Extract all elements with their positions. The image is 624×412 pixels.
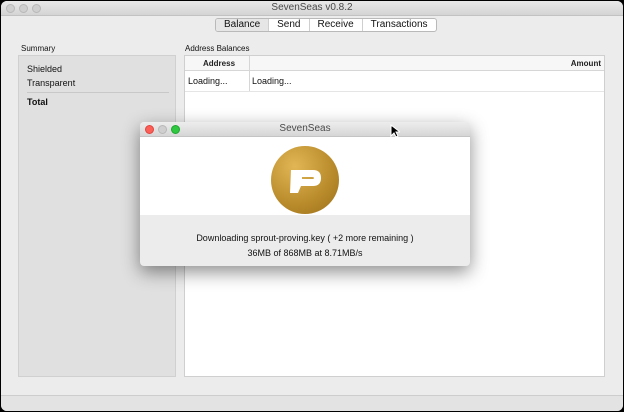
table-header: Address Amount [185, 56, 604, 71]
mouse-cursor-icon [390, 124, 400, 138]
column-separator [249, 56, 250, 92]
tab-balance[interactable]: Balance [216, 19, 270, 31]
total-label: Total [27, 97, 48, 107]
summary-divider [27, 92, 169, 93]
address-balances-heading: Address Balances [185, 44, 250, 53]
tab-transactions[interactable]: Transactions [363, 19, 436, 31]
window-title: SevenSeas v0.8.2 [271, 2, 353, 13]
transparent-label: Transparent [27, 78, 76, 88]
tab-receive[interactable]: Receive [310, 19, 363, 31]
status-bar [1, 395, 623, 411]
dialog-title: SevenSeas [279, 123, 331, 134]
shielded-label: Shielded [27, 64, 63, 74]
title-bar[interactable]: SevenSeas v0.8.2 [1, 1, 623, 16]
sevenseas-logo-icon [271, 146, 339, 214]
summary-heading: Summary [21, 44, 56, 53]
column-header-amount[interactable]: Amount [571, 59, 601, 68]
tab-bar: Balance Send Receive Transactions [215, 18, 437, 32]
column-header-address[interactable]: Address [203, 59, 235, 68]
table-cell-amount[interactable]: Loading... [252, 76, 292, 86]
tab-send[interactable]: Send [269, 19, 310, 31]
table-row-divider [185, 91, 604, 92]
dialog-title-bar[interactable]: SevenSeas [140, 122, 470, 137]
download-status-text: Downloading sprout-proving.key ( +2 more… [196, 233, 414, 243]
download-progress-text: 36MB of 868MB at 8.71MB/s [247, 248, 363, 258]
download-dialog: SevenSeas Downloading sprout-proving.key… [140, 122, 470, 266]
table-cell-address[interactable]: Loading... [188, 76, 228, 86]
dialog-logo-area [140, 137, 470, 215]
